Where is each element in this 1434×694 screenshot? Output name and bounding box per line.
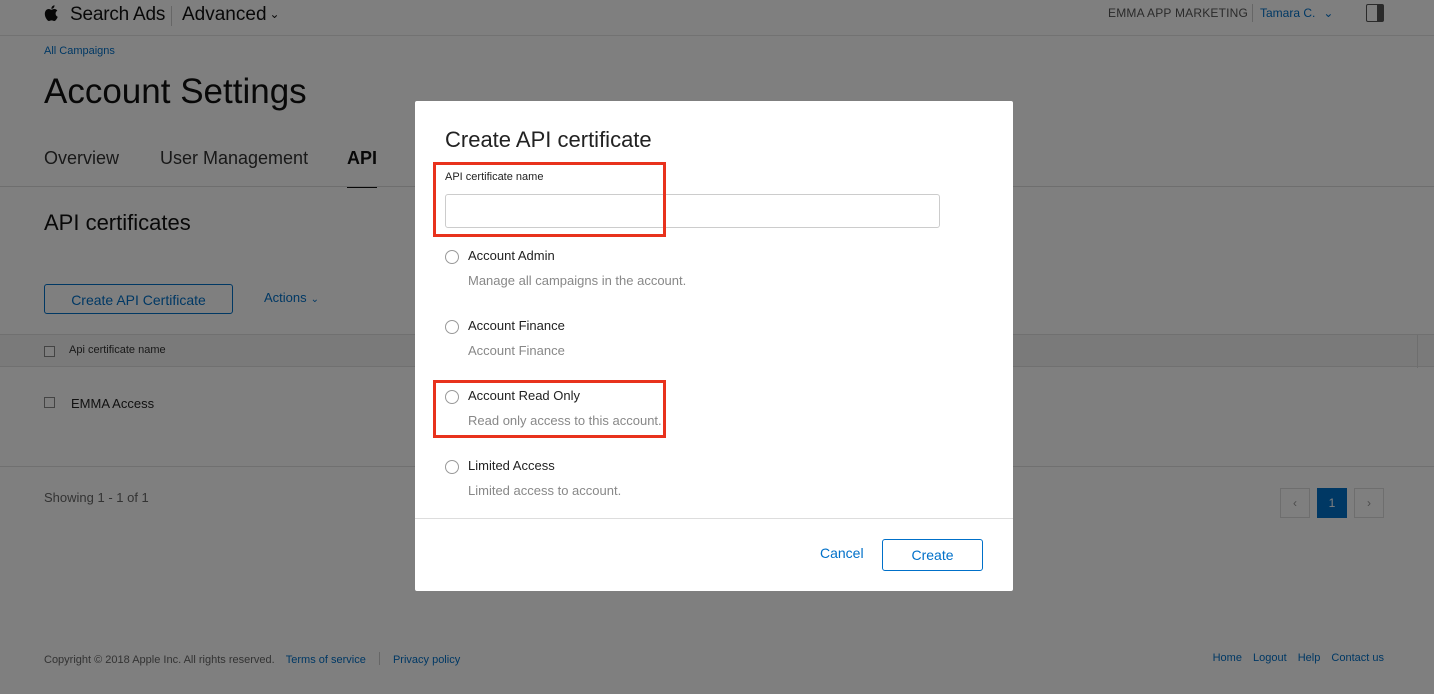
dialog-title: Create API certificate (445, 127, 652, 152)
radio-button[interactable] (445, 320, 459, 334)
radio-button[interactable] (445, 460, 459, 474)
role-description: Account Finance (468, 343, 565, 358)
role-description: Limited access to account. (468, 483, 622, 498)
highlight-box-read-only (433, 380, 666, 438)
role-title: Account Admin (468, 248, 555, 263)
role-title: Account Finance (468, 318, 565, 333)
role-title: Limited Access (468, 458, 555, 473)
radio-button[interactable] (445, 250, 459, 264)
dialog-divider (415, 518, 1013, 519)
cancel-button[interactable]: Cancel (820, 545, 864, 561)
create-button[interactable]: Create (882, 539, 983, 571)
highlight-box-name-field (433, 162, 666, 237)
role-description: Manage all campaigns in the account. (468, 273, 687, 288)
